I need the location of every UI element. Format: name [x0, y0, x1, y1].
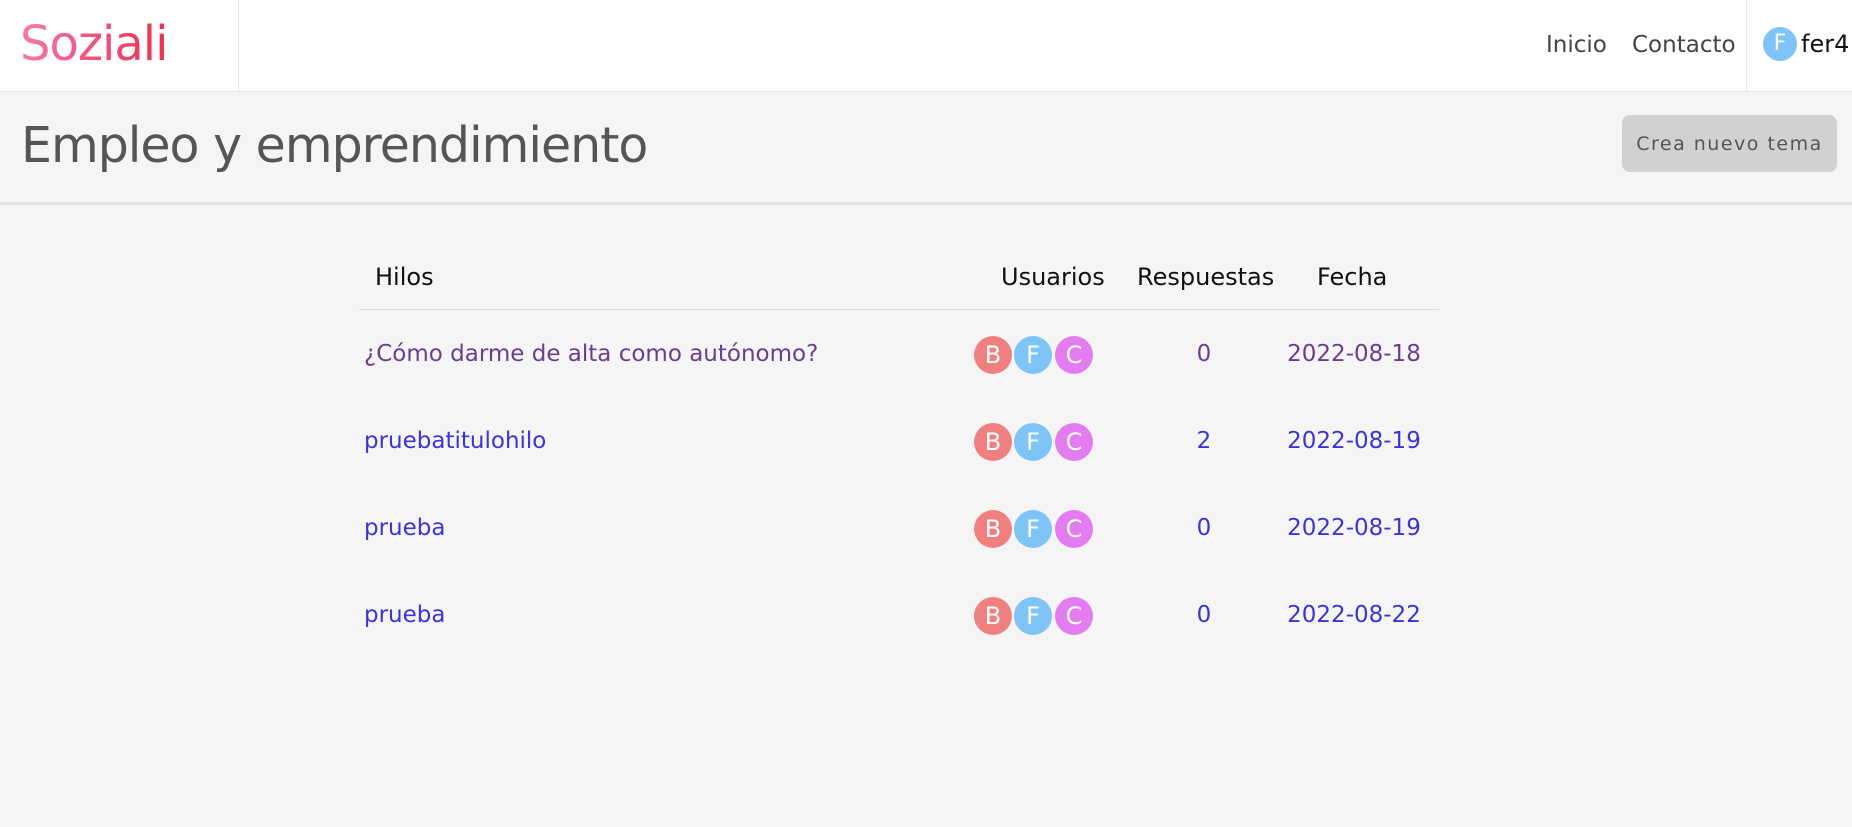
thread-date: 2022-08-22	[1287, 602, 1421, 628]
thread-date: 2022-08-19	[1287, 515, 1421, 541]
user-avatar-b: B	[974, 336, 1012, 374]
thread-title-link[interactable]: ¿Cómo darme de alta como autónomo?	[364, 337, 818, 371]
reply-count: 0	[1196, 602, 1212, 628]
user-avatar-b: B	[974, 423, 1012, 461]
header-replies: Respuestas	[1137, 263, 1275, 291]
user-avatar-f: F	[1014, 423, 1052, 461]
thread-users: B F C	[974, 510, 1098, 548]
thread-title-link[interactable]: pruebatitulohilo	[364, 424, 546, 458]
thread-title-link[interactable]: prueba	[364, 598, 445, 632]
top-navbar: Soziali Inicio Contacto F fer4	[0, 0, 1852, 92]
user-avatar-c: C	[1055, 423, 1093, 461]
user-avatar: F	[1763, 27, 1797, 61]
table-row: ¿Cómo darme de alta como autónomo? B F C…	[359, 310, 1439, 397]
table-row: pruebatitulohilo B F C 2 2022-08-19	[359, 397, 1439, 484]
user-avatar-c: C	[1055, 336, 1093, 374]
user-avatar-f: F	[1014, 510, 1052, 548]
brand-logo-link[interactable]: Soziali	[20, 16, 168, 72]
user-avatar-c: C	[1055, 597, 1093, 635]
nav-link-inicio[interactable]: Inicio	[1546, 28, 1607, 62]
thread-users: B F C	[974, 597, 1098, 635]
user-avatar-b: B	[974, 510, 1012, 548]
user-avatar-b: B	[974, 597, 1012, 635]
thread-users: B F C	[974, 423, 1098, 461]
threads-table: Hilos Usuarios Respuestas Fecha ¿Cómo da…	[359, 250, 1439, 658]
reply-count: 0	[1196, 341, 1212, 367]
thread-date: 2022-08-19	[1287, 428, 1421, 454]
table-row: prueba B F C 0 2022-08-19	[359, 484, 1439, 571]
brand-area: Soziali	[0, 0, 239, 92]
reply-count: 2	[1196, 428, 1212, 454]
header-threads: Hilos	[375, 263, 434, 291]
table-header: Hilos Usuarios Respuestas Fecha	[359, 250, 1439, 310]
page-title: Empleo y emprendimiento	[21, 117, 648, 174]
new-topic-button[interactable]: Crea nuevo tema	[1622, 115, 1837, 172]
user-name: fer4	[1801, 30, 1850, 58]
user-menu[interactable]: F fer4	[1746, 0, 1852, 92]
thread-users: B F C	[974, 336, 1098, 374]
user-avatar-f: F	[1014, 597, 1052, 635]
header-users: Usuarios	[1001, 263, 1105, 291]
thread-date: 2022-08-18	[1287, 341, 1421, 367]
header-date: Fecha	[1317, 263, 1388, 291]
nav-link-contacto[interactable]: Contacto	[1632, 28, 1736, 62]
user-avatar-f: F	[1014, 336, 1052, 374]
table-row: prueba B F C 0 2022-08-22	[359, 571, 1439, 658]
user-avatar-c: C	[1055, 510, 1093, 548]
page-header: Empleo y emprendimiento Crea nuevo tema	[0, 93, 1852, 205]
reply-count: 0	[1196, 515, 1212, 541]
thread-title-link[interactable]: prueba	[364, 511, 445, 545]
